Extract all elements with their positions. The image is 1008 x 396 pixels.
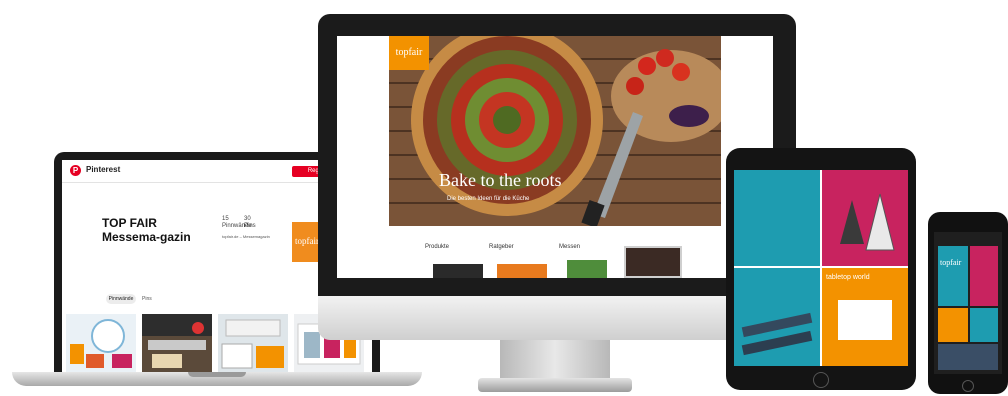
tablet-tile-label: tabletop world — [826, 274, 870, 281]
pin-tile[interactable] — [66, 314, 136, 372]
category-link[interactable]: Produkte — [425, 244, 449, 250]
pin-tile[interactable] — [142, 314, 212, 372]
profile-title: TOP FAIR Messema-gazin — [102, 216, 191, 244]
phone-home-button[interactable] — [962, 380, 974, 392]
avatar-logo-text: topfair — [295, 236, 319, 246]
hero-subline: Die besten Ideen für die Küche — [447, 196, 530, 202]
imac-foot — [478, 378, 632, 392]
category-thumb[interactable] — [497, 264, 547, 278]
topfair-logo[interactable]: topfair — [389, 36, 429, 70]
imac-stand — [500, 340, 610, 382]
category-link[interactable]: Ratgeber — [489, 244, 514, 250]
tab-boards[interactable]: Pinnwände — [106, 294, 136, 304]
phone-screen: topfair — [934, 232, 1002, 374]
hero-image[interactable]: topfair Bake to the roots Die besten Ide… — [389, 36, 721, 226]
imac-chin — [318, 296, 796, 340]
tablet-screen: tabletop world — [734, 170, 908, 366]
category-link[interactable]: Messen — [559, 244, 580, 250]
category-thumb[interactable] — [567, 260, 607, 278]
phone-magazine-layout — [934, 232, 1002, 374]
phone-logo: topfair — [940, 258, 962, 267]
tablet-home-button[interactable] — [813, 372, 829, 388]
kitchen-photo-image — [142, 314, 212, 368]
tab-pins[interactable]: Pins — [142, 294, 152, 304]
category-thumb-selected[interactable] — [624, 246, 682, 278]
ratatouille-photo — [389, 36, 721, 226]
pin-tile[interactable] — [218, 314, 288, 372]
profile-stat-pins[interactable]: 30 Pins — [244, 216, 256, 230]
pinterest-brand-label: Pinterest — [86, 165, 121, 174]
stat-value: 30 — [244, 216, 251, 222]
products-photo-image — [221, 319, 284, 369]
category-thumb[interactable] — [433, 264, 483, 278]
hero-headline: Bake to the roots — [439, 170, 562, 190]
stat-label: Pins — [244, 223, 256, 229]
laptop-notch — [188, 372, 246, 377]
profile-description: topfair.de – Messemagazin — [222, 234, 270, 239]
tablet-magazine-layout — [734, 170, 908, 366]
pinterest-logo-icon[interactable]: P — [70, 165, 81, 176]
infographic-image — [70, 319, 132, 368]
imac-screen: topfair Bake to the roots Die besten Ide… — [337, 36, 773, 278]
